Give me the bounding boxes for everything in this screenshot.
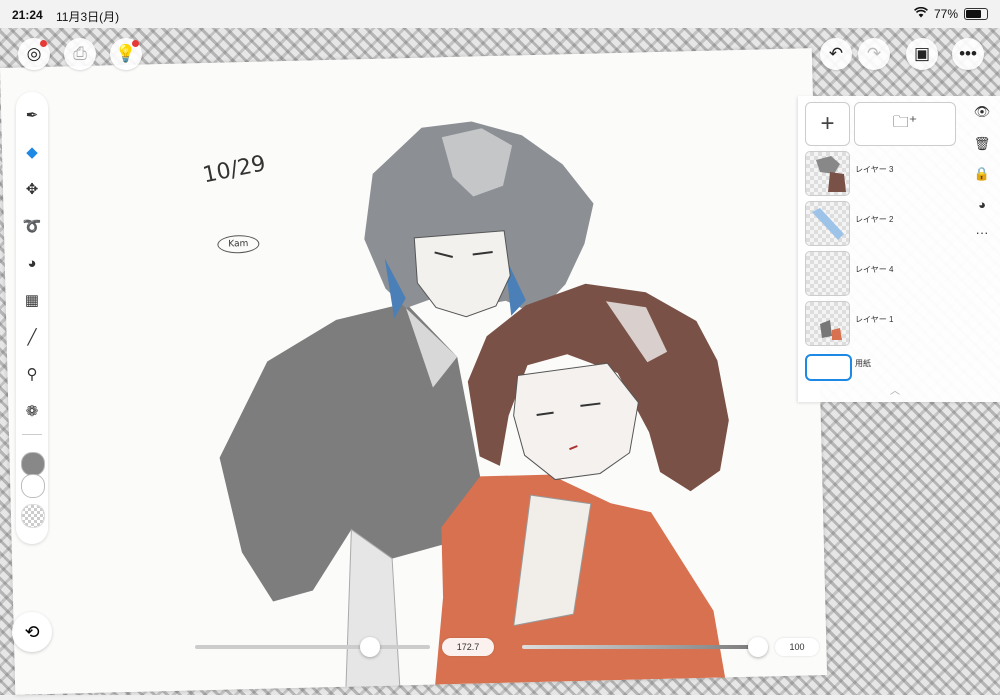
visibility-button[interactable]: 👁 (972, 102, 992, 122)
layer-more-button[interactable]: ··· (972, 222, 992, 242)
rotate-icon: ⟲ (24, 621, 40, 642)
layers-panel: + 🗀⁺ レイヤー 3 レイヤー 2 レイヤー 4 レイヤー 1 用紙 ︿ 👁 … (798, 96, 1000, 402)
layer-thumbnail[interactable] (805, 201, 850, 246)
move-tool[interactable]: ✥ (16, 176, 48, 202)
lightbulb-icon: 💡 (115, 44, 137, 63)
logo-icon: ◎ (26, 44, 42, 63)
line-icon: ╱ (27, 329, 37, 346)
artwork (219, 121, 729, 700)
more-icon: ••• (959, 44, 977, 63)
paint-bucket-icon: ◕ (978, 196, 986, 212)
print-icon: ⎙ (73, 44, 87, 63)
status-date: 11月3日(月) (56, 10, 120, 24)
paint-bucket-icon: ◕ (27, 254, 37, 272)
fill-tool[interactable]: ◕ (16, 250, 48, 276)
eyedropper-tool[interactable]: ⚲ (16, 361, 48, 387)
opacity-value[interactable]: 100 (775, 638, 819, 656)
layer-thumbnail[interactable] (805, 151, 850, 196)
layer-name[interactable]: レイヤー 3 (855, 164, 893, 175)
tool-divider (22, 434, 42, 435)
delete-layer-button[interactable]: 🗑 (972, 134, 992, 154)
folder-plus-icon: 🗀⁺ (892, 113, 918, 131)
brush-size-value[interactable]: 172.7 (442, 638, 494, 656)
undo-icon: ↶ (828, 44, 844, 63)
print-button[interactable]: ⎙ (64, 38, 96, 70)
wifi-icon (914, 6, 928, 21)
eraser-tool[interactable]: ◆ (16, 139, 48, 165)
blend-tool[interactable]: ❁ (16, 398, 48, 424)
trash-icon: 🗑 (973, 136, 991, 151)
transparent-swatch[interactable] (21, 504, 45, 528)
image-icon: ▣ (913, 44, 931, 63)
drawing-canvas[interactable]: 10/29 Kam (0, 48, 828, 700)
more-options-button[interactable]: ••• (952, 38, 984, 70)
lock-icon: 🔒 (973, 166, 991, 181)
status-time: 21:24 (12, 8, 43, 22)
brush-size-slider[interactable] (195, 645, 430, 649)
grid-icon: ▦ (24, 292, 40, 309)
lock-layer-button[interactable]: 🔒 (972, 164, 992, 184)
tips-button[interactable]: 💡 (110, 38, 142, 70)
undo-button[interactable]: ↶ (820, 38, 852, 70)
eraser-icon: ◆ (26, 144, 38, 161)
add-layer-button[interactable]: + (805, 102, 850, 146)
gallery-button[interactable]: ▣ (906, 38, 938, 70)
redo-button[interactable]: ↷ (858, 38, 890, 70)
status-bar: 21:24 11月3日(月) 77% (0, 0, 1000, 28)
layer-name[interactable]: レイヤー 2 (855, 214, 893, 225)
battery-icon (964, 8, 988, 20)
layer-name[interactable]: レイヤー 4 (855, 264, 893, 275)
pen-icon: ✒ (25, 107, 39, 124)
lasso-icon: ➰ (22, 218, 42, 235)
brush-size-knob[interactable] (360, 637, 380, 657)
notification-dot (40, 40, 47, 47)
move-icon: ✥ (25, 181, 39, 198)
battery-percent: 77% (933, 7, 958, 21)
collapse-chevron-icon[interactable]: ︿ (890, 382, 900, 397)
layer-thumbnail[interactable] (805, 251, 850, 296)
opacity-knob[interactable] (748, 637, 768, 657)
paper-layer-name[interactable]: 用紙 (855, 358, 871, 369)
rotate-canvas-button[interactable]: ⟲ (12, 612, 52, 652)
blend-circles-icon: ❁ (25, 403, 39, 420)
lasso-tool[interactable]: ➰ (16, 213, 48, 239)
grid-tool[interactable]: ▦ (16, 287, 48, 313)
fill-layer-button[interactable]: ◕ (972, 194, 992, 214)
line-tool[interactable]: ╱ (16, 324, 48, 350)
redo-icon: ↷ (866, 44, 882, 63)
plus-icon: + (820, 110, 835, 137)
layer-thumbnail[interactable] (805, 301, 850, 346)
primary-color-swatch[interactable] (21, 452, 45, 476)
layer-name[interactable]: レイヤー 1 (855, 314, 893, 325)
pen-tool[interactable]: ✒ (16, 102, 48, 128)
paper-layer-thumbnail[interactable] (805, 354, 852, 381)
secondary-color-swatch[interactable] (21, 474, 45, 498)
app-logo-button[interactable]: ◎ (18, 38, 50, 70)
tips-notification-dot (132, 40, 139, 47)
more-icon: ··· (975, 224, 989, 240)
add-folder-button[interactable]: 🗀⁺ (854, 102, 956, 146)
eye-icon: 👁 (973, 104, 991, 119)
eyedropper-icon: ⚲ (26, 366, 38, 383)
tool-palette: ✒ ◆ ✥ ➰ ◕ ▦ ╱ ⚲ ❁ (16, 92, 48, 544)
opacity-slider[interactable] (522, 645, 767, 649)
